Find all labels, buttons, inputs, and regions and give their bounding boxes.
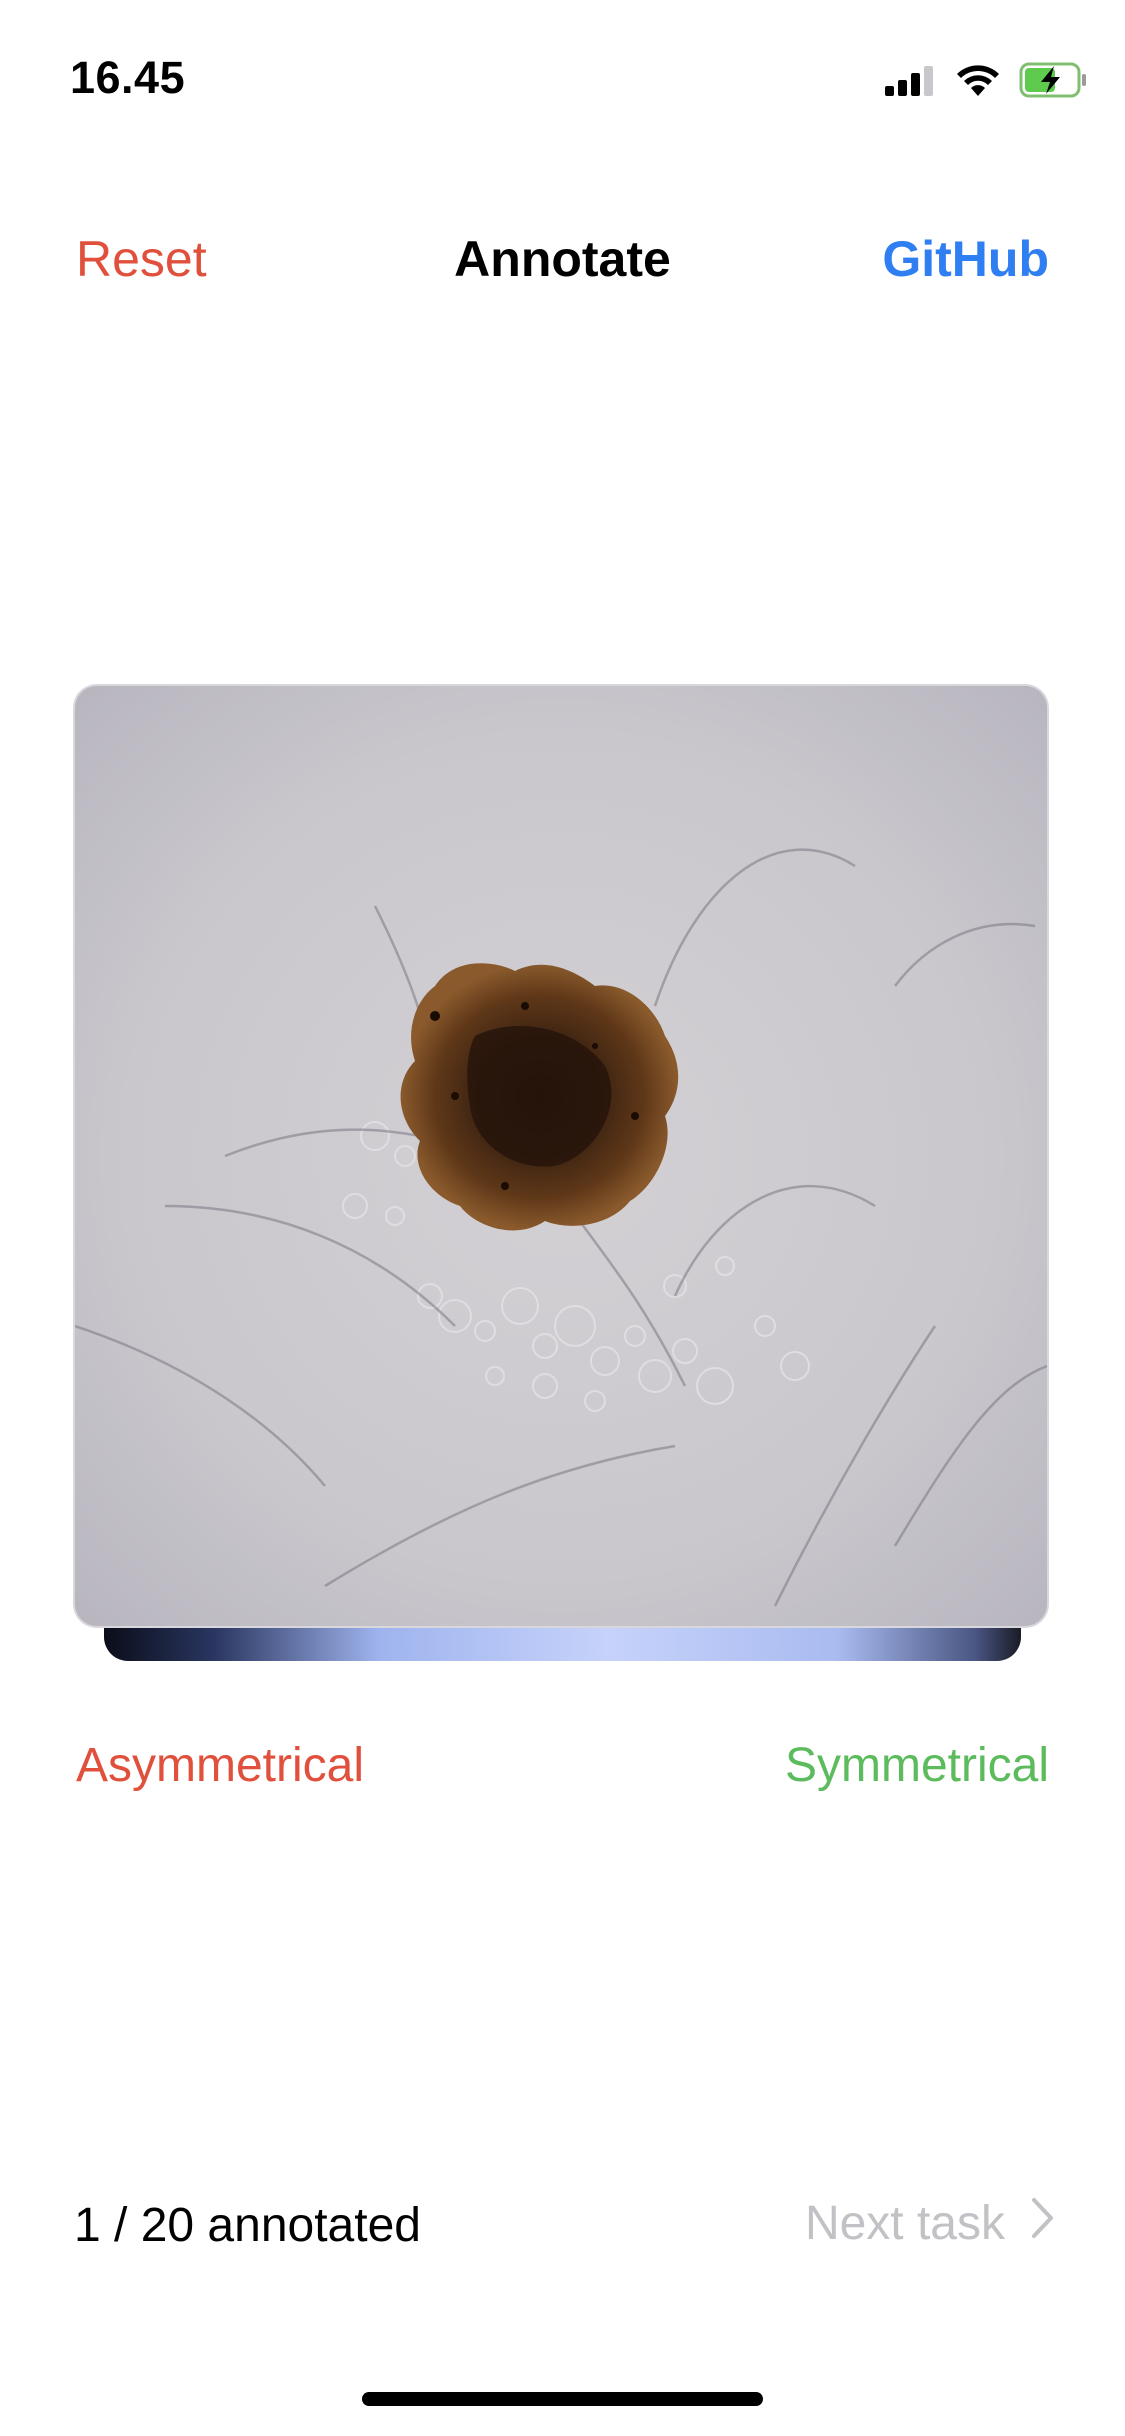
dermoscopy-lesion-image <box>75 686 1047 1626</box>
home-indicator[interactable] <box>362 2392 763 2406</box>
reset-button[interactable]: Reset <box>76 230 207 288</box>
github-link[interactable]: GitHub <box>882 230 1049 288</box>
annotation-card[interactable] <box>75 686 1047 1626</box>
asymmetrical-label: Asymmetrical <box>76 1739 365 1792</box>
next-task-label: Next task <box>804 2197 1005 2250</box>
chevron-right-icon <box>1031 2196 1055 2251</box>
cellular-signal-icon <box>885 64 937 96</box>
navigation-bar: Reset Annotate GitHub <box>0 220 1125 300</box>
symmetrical-label: Symmetrical <box>784 1739 1049 1792</box>
wifi-icon <box>955 63 1001 97</box>
status-icons <box>885 62 1089 98</box>
battery-charging-icon <box>1019 62 1089 98</box>
annotation-progress: 1 / 20 annotated <box>74 2199 421 2252</box>
next-task-button[interactable]: Next task <box>805 2196 1055 2251</box>
status-time: 16.45 <box>70 52 186 103</box>
